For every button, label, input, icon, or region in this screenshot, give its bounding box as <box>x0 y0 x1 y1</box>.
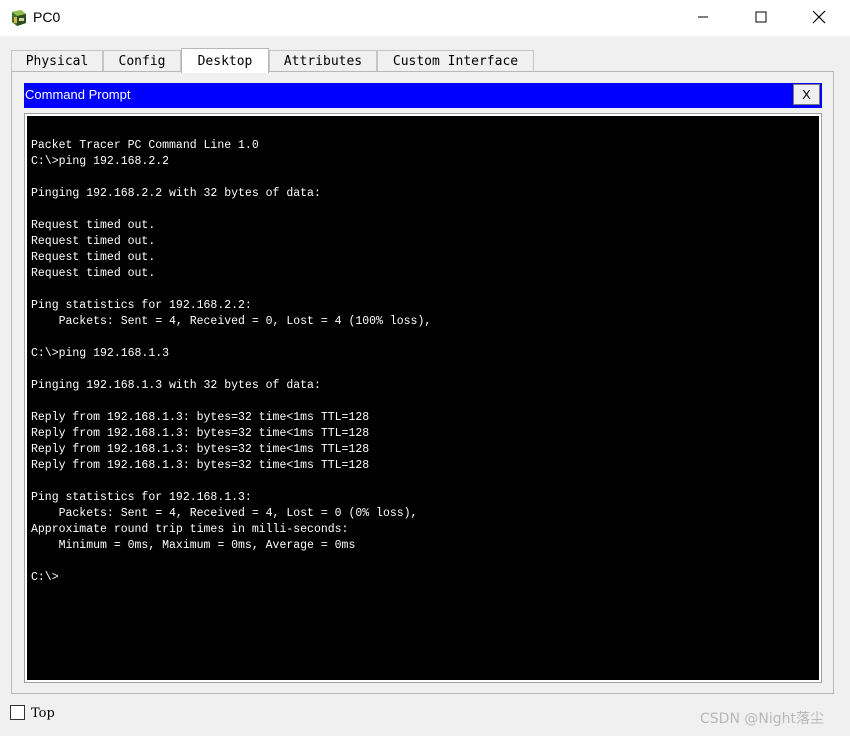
command-prompt-title: Command Prompt <box>25 87 131 102</box>
minimize-button[interactable] <box>674 0 732 34</box>
terminal-line: C:\>ping 192.168.2.2 <box>31 155 170 168</box>
terminal-line: Reply from 192.168.1.3: bytes=32 time<1m… <box>31 411 370 424</box>
packet-tracer-pc-icon <box>9 8 29 28</box>
maximize-button[interactable] <box>732 0 790 34</box>
minimize-icon <box>698 16 708 18</box>
watermark: CSDN @Night落尘 <box>700 711 824 727</box>
command-prompt-close-button[interactable]: X <box>793 84 820 105</box>
terminal-line: Request timed out. <box>31 219 156 232</box>
terminal-line: Approximate round trip times in milli-se… <box>31 523 349 536</box>
terminal-output-area[interactable]: Packet Tracer PC Command Line 1.0 C:\>pi… <box>27 116 819 680</box>
close-icon <box>812 10 826 24</box>
top-checkbox[interactable] <box>10 705 25 720</box>
tab-physical[interactable]: Physical <box>11 50 103 71</box>
terminal-line: Pinging 192.168.2.2 with 32 bytes of dat… <box>31 187 321 200</box>
terminal-line: Reply from 192.168.1.3: bytes=32 time<1m… <box>31 427 370 440</box>
terminal-line: C:\> <box>31 571 59 584</box>
terminal-line: Packet Tracer PC Command Line 1.0 <box>31 139 259 152</box>
tab-desktop[interactable]: Desktop <box>181 48 269 73</box>
close-button[interactable] <box>790 0 848 34</box>
terminal-line: Pinging 192.168.1.3 with 32 bytes of dat… <box>31 379 321 392</box>
tab-attributes[interactable]: Attributes <box>269 50 377 71</box>
maximize-icon <box>755 11 767 23</box>
terminal-line: Packets: Sent = 4, Received = 0, Lost = … <box>31 315 432 328</box>
terminal-line: Reply from 192.168.1.3: bytes=32 time<1m… <box>31 443 370 456</box>
tab-config[interactable]: Config <box>103 50 181 71</box>
command-prompt-header: Command Prompt X <box>24 83 822 108</box>
terminal-text: Packet Tracer PC Command Line 1.0 C:\>pi… <box>31 138 431 586</box>
terminal-line: Ping statistics for 192.168.1.3: <box>31 491 252 504</box>
terminal-line: Request timed out. <box>31 251 156 264</box>
terminal-line: Request timed out. <box>31 267 156 280</box>
window-title: PC0 <box>33 9 61 25</box>
terminal-line: Request timed out. <box>31 235 156 248</box>
terminal-line: Packets: Sent = 4, Received = 4, Lost = … <box>31 507 418 520</box>
terminal-line: Ping statistics for 192.168.2.2: <box>31 299 252 312</box>
title-bar: PC0 <box>0 0 850 36</box>
terminal-line: C:\>ping 192.168.1.3 <box>31 347 170 360</box>
terminal-line: Minimum = 0ms, Maximum = 0ms, Average = … <box>31 539 356 552</box>
terminal-line: Reply from 192.168.1.3: bytes=32 time<1m… <box>31 459 370 472</box>
tab-custom-interface[interactable]: Custom Interface <box>377 50 534 71</box>
top-checkbox-label: Top <box>31 706 55 721</box>
terminal-frame: Packet Tracer PC Command Line 1.0 C:\>pi… <box>24 113 822 683</box>
